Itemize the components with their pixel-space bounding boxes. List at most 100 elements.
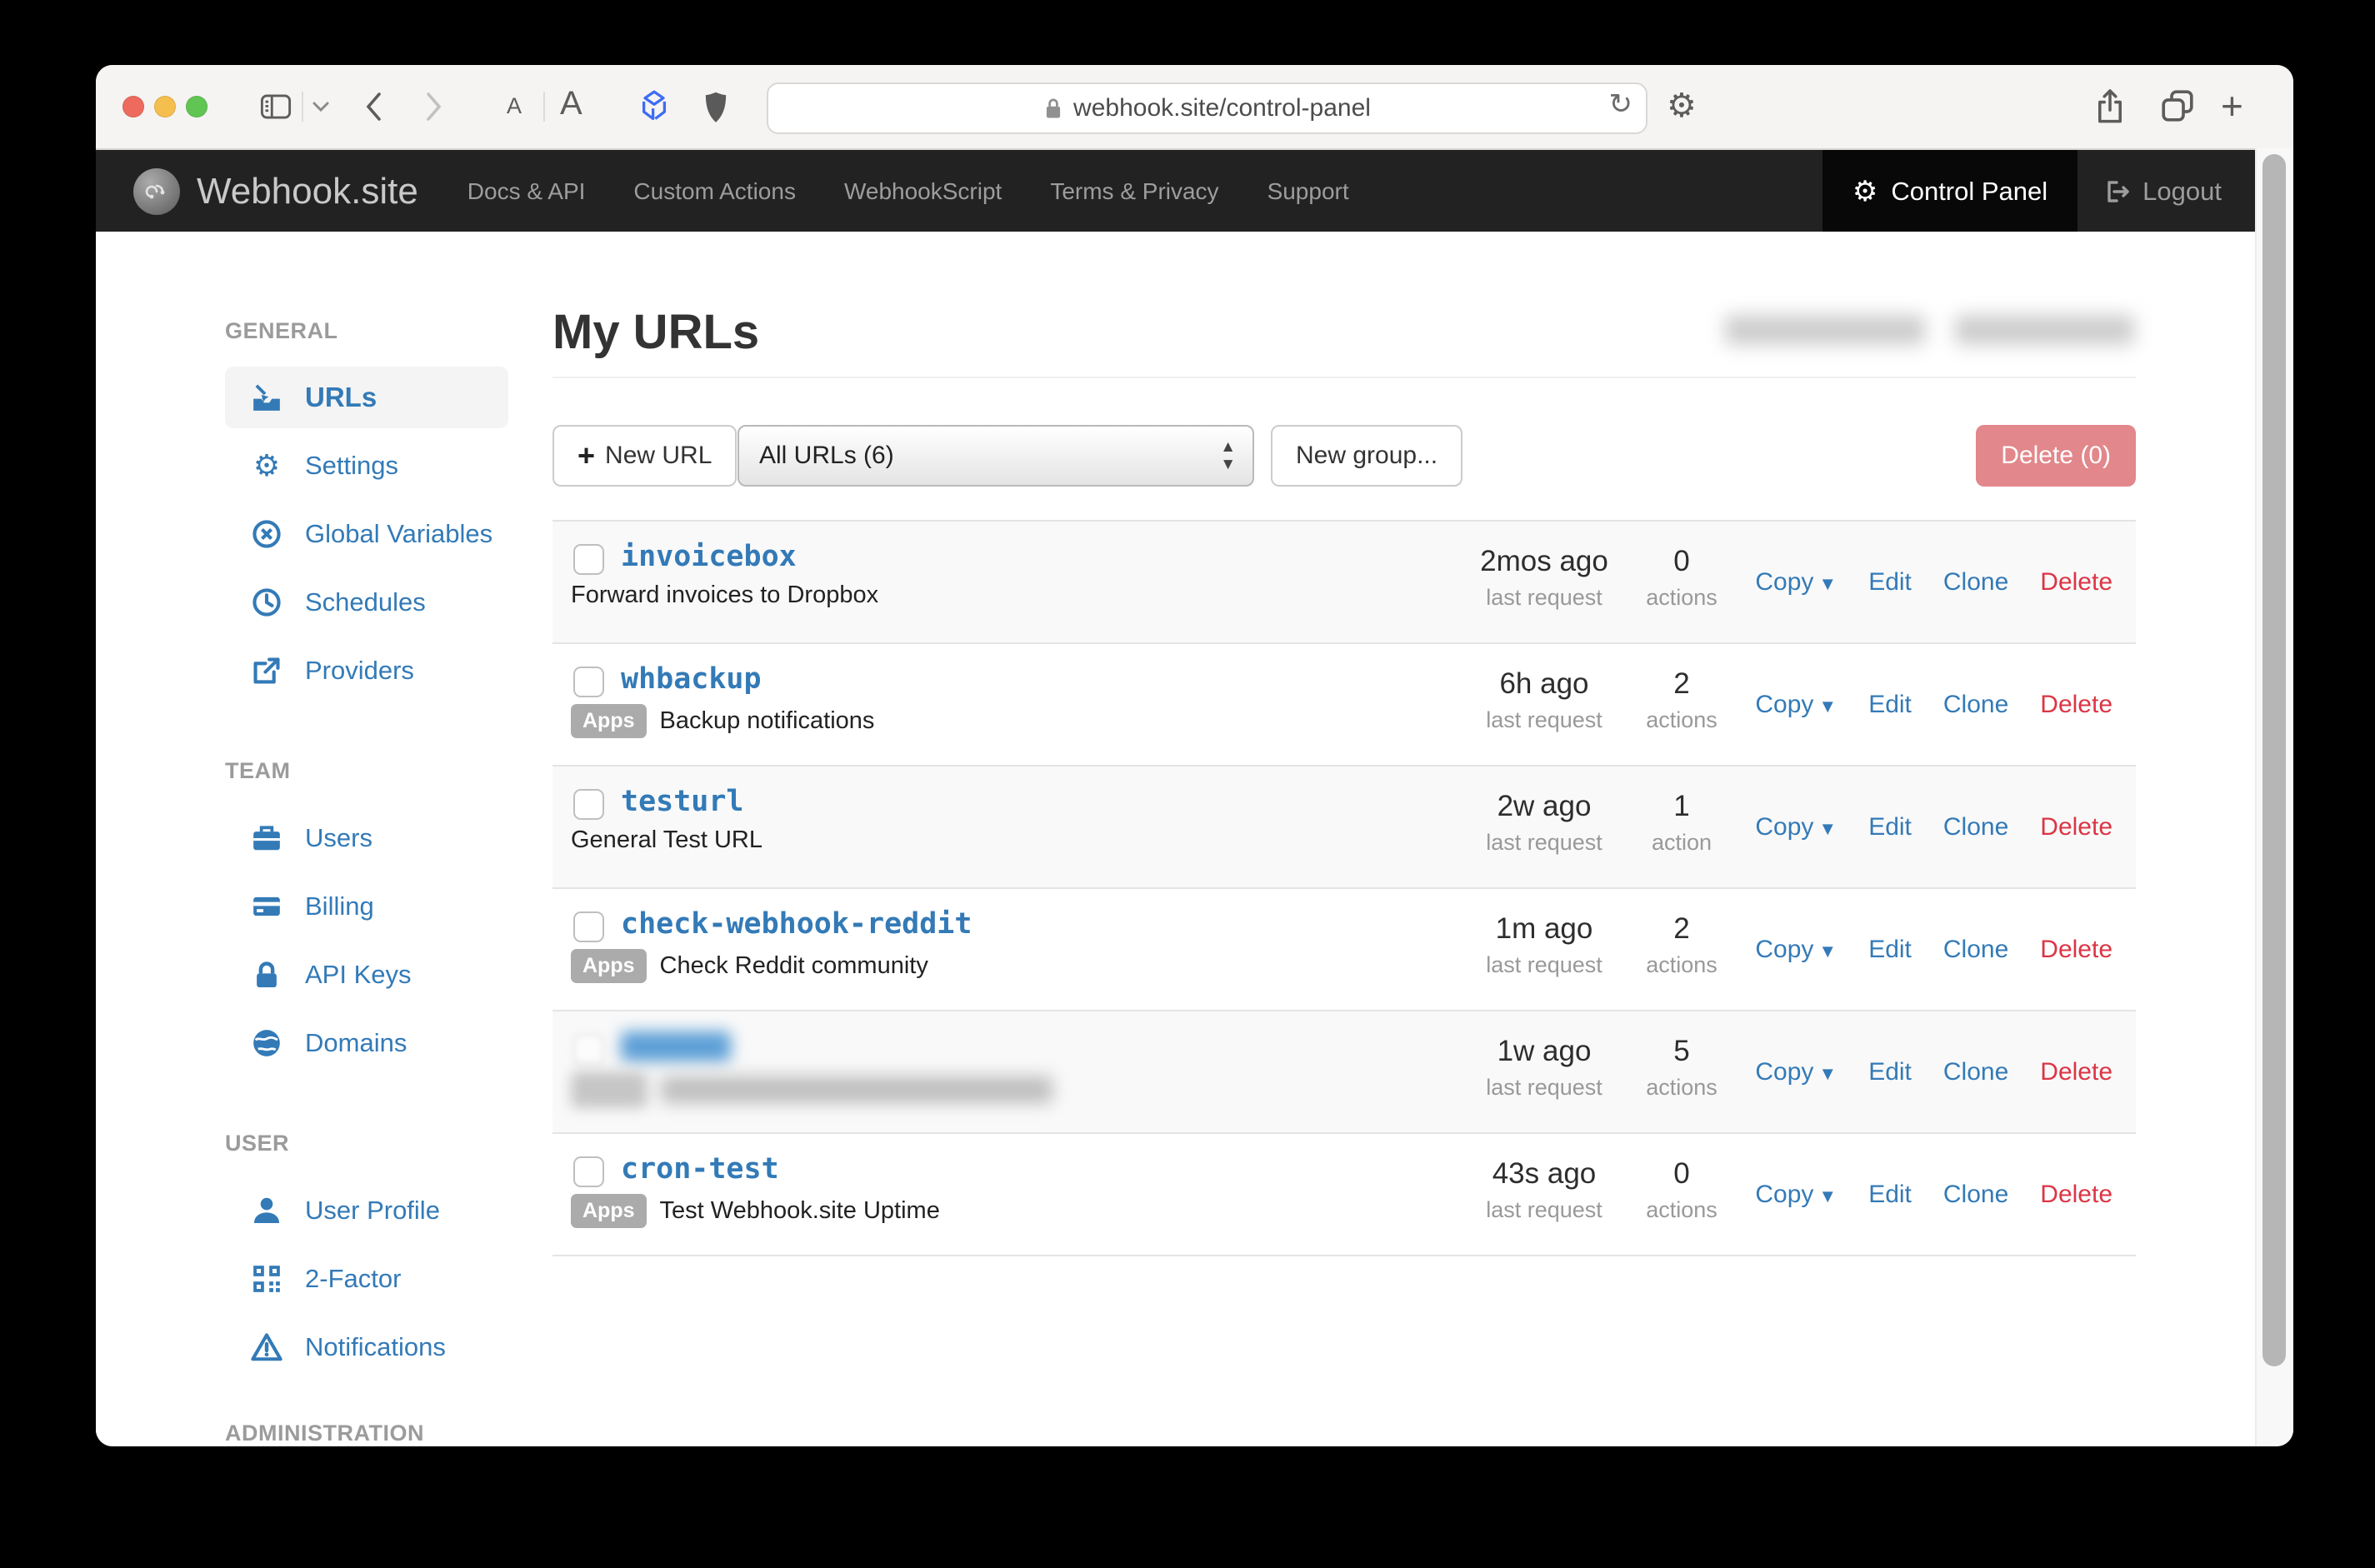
url-name-link[interactable]: whbackup [621,662,762,696]
new-url-label: New URL [605,442,712,470]
clone-link[interactable]: Clone [1943,813,2008,841]
copy-dropdown[interactable]: Copy▼ [1755,813,1837,841]
delete-link[interactable]: Delete [2040,691,2112,719]
last-request-cell: 6h ago last request [1436,667,1652,733]
clone-link[interactable]: Clone [1943,936,2008,964]
delete-count-label: Delete (0) [2001,442,2111,470]
last-request-label: last request [1436,830,1652,856]
zoom-window-button[interactable] [186,96,208,117]
actions-count-cell: 2 actions [1628,667,1736,733]
sidebar-item-global-variables[interactable]: Global Variables [225,500,508,568]
nav-link-support[interactable]: Support [1243,178,1373,205]
edit-link[interactable]: Edit [1868,936,1912,964]
copy-dropdown[interactable]: Copy▼ [1755,568,1837,597]
nav-link-webhookscript[interactable]: WebhookScript [820,178,1026,205]
row-checkbox[interactable] [573,789,604,820]
nav-link-terms[interactable]: Terms & Privacy [1026,178,1242,205]
nav-link-docs[interactable]: Docs & API [443,178,610,205]
scrollbar-thumb[interactable] [2262,154,2286,1366]
delete-link[interactable]: Delete [2040,1181,2112,1209]
row-checkbox[interactable] [573,544,604,575]
sidebar-item-label: Users [305,823,372,853]
last-request-label: last request [1436,1075,1652,1101]
address-bar[interactable]: webhook.site/control-panel ↻ [767,82,1648,134]
gear-icon: ⚙ [250,449,283,482]
url-name-link[interactable]: invoicebox [621,540,797,573]
tab-overview-icon[interactable] [2160,88,2195,123]
clone-link[interactable]: Clone [1943,568,2008,597]
edit-link[interactable]: Edit [1868,568,1912,597]
url-name-link[interactable]: check-webhook-reddit [621,907,972,941]
logout-button[interactable]: Logout [2078,150,2257,233]
sidebar-item-providers[interactable]: Providers [225,637,508,705]
delete-link[interactable]: Delete [2040,936,2112,964]
clone-link[interactable]: Clone [1943,1058,2008,1086]
delete-link[interactable]: Delete [2040,813,2112,841]
sidebar-item-billing[interactable]: Billing [225,872,508,941]
last-request-cell: 2w ago last request [1436,790,1652,856]
blurred-url-name[interactable] [621,1031,731,1061]
privacy-shield-icon[interactable] [702,90,730,125]
url-filter-select[interactable]: All URLs (6) ▲▼ [738,425,1254,487]
brand-name: Webhook.site [197,171,418,212]
control-panel-tab[interactable]: ⚙ Control Panel [1822,150,2078,233]
edit-link[interactable]: Edit [1868,691,1912,719]
new-tab-icon[interactable]: + [2221,83,2243,128]
copy-dropdown[interactable]: Copy▼ [1755,691,1837,719]
copy-dropdown[interactable]: Copy▼ [1755,1058,1837,1086]
sidebar-item-notifications[interactable]: Notifications [225,1313,508,1381]
apps-badge: Apps [571,704,647,738]
row-checkbox[interactable] [573,911,604,942]
row-checkbox[interactable] [573,1156,604,1187]
logout-icon [2106,179,2131,204]
extension-cube-icon[interactable] [636,88,672,125]
sidebar-item-2-factor[interactable]: 2-Factor [225,1245,508,1313]
copy-dropdown[interactable]: Copy▼ [1755,1181,1837,1209]
sidebar-item-users[interactable]: Users [225,804,508,872]
clone-link[interactable]: Clone [1943,1181,2008,1209]
chevron-down-icon[interactable] [312,101,330,112]
actions-count-label: actions [1628,952,1736,978]
url-name-link[interactable]: cron-test [621,1152,779,1186]
close-window-button[interactable] [122,96,144,117]
main-content: My URLs + New URL All URLs (6) ▲▼ New gr… [552,232,2136,1256]
clone-link[interactable]: Clone [1943,691,2008,719]
actions-count: 1 [1628,790,1736,823]
settings-gear-icon[interactable]: ⚙ [1667,87,1697,125]
edit-link[interactable]: Edit [1868,1181,1912,1209]
sidebar-item-schedules[interactable]: Schedules [225,568,508,637]
increase-text-size-button[interactable]: A [560,85,582,122]
delete-selected-button[interactable]: Delete (0) [1976,425,2136,487]
url-name-link[interactable]: testurl [621,785,744,818]
edit-link[interactable]: Edit [1868,813,1912,841]
row-checkbox[interactable] [573,667,604,697]
brand[interactable]: Webhook.site [133,168,418,215]
copy-dropdown[interactable]: Copy▼ [1755,936,1837,964]
sidebar-item-domains[interactable]: Domains [225,1009,508,1077]
gear-icon: ⚙ [1852,175,1878,208]
scrollbar-track[interactable] [2255,148,2293,1446]
sidebar-item-settings[interactable]: ⚙ Settings [225,432,508,500]
delete-link[interactable]: Delete [2040,1058,2112,1086]
url-text: webhook.site/control-panel [1073,94,1371,122]
row-checkbox[interactable] [573,1034,604,1065]
sidebar-toggle-icon[interactable] [260,92,292,121]
sidebar-item-api-keys[interactable]: API Keys [225,941,508,1009]
nav-link-custom-actions[interactable]: Custom Actions [609,178,820,205]
edit-link[interactable]: Edit [1868,1058,1912,1086]
new-url-button[interactable]: + New URL [552,425,737,487]
sidebar-item-user-profile[interactable]: User Profile [225,1176,508,1245]
briefcase-icon [250,821,283,855]
sidebar-item-urls[interactable]: URLs [225,367,508,428]
back-icon[interactable] [363,91,383,122]
reload-icon[interactable]: ↻ [1609,87,1633,121]
actions-count-cell: 5 actions [1628,1035,1736,1101]
last-request-time: 2mos ago [1436,545,1652,578]
share-icon[interactable] [2094,88,2126,125]
decrease-text-size-button[interactable]: A [507,93,522,119]
new-group-button[interactable]: New group... [1271,425,1462,487]
forward-icon[interactable] [424,91,444,122]
minimize-window-button[interactable] [154,96,176,117]
delete-link[interactable]: Delete [2040,568,2112,597]
blurred-account-email [1955,315,2134,345]
